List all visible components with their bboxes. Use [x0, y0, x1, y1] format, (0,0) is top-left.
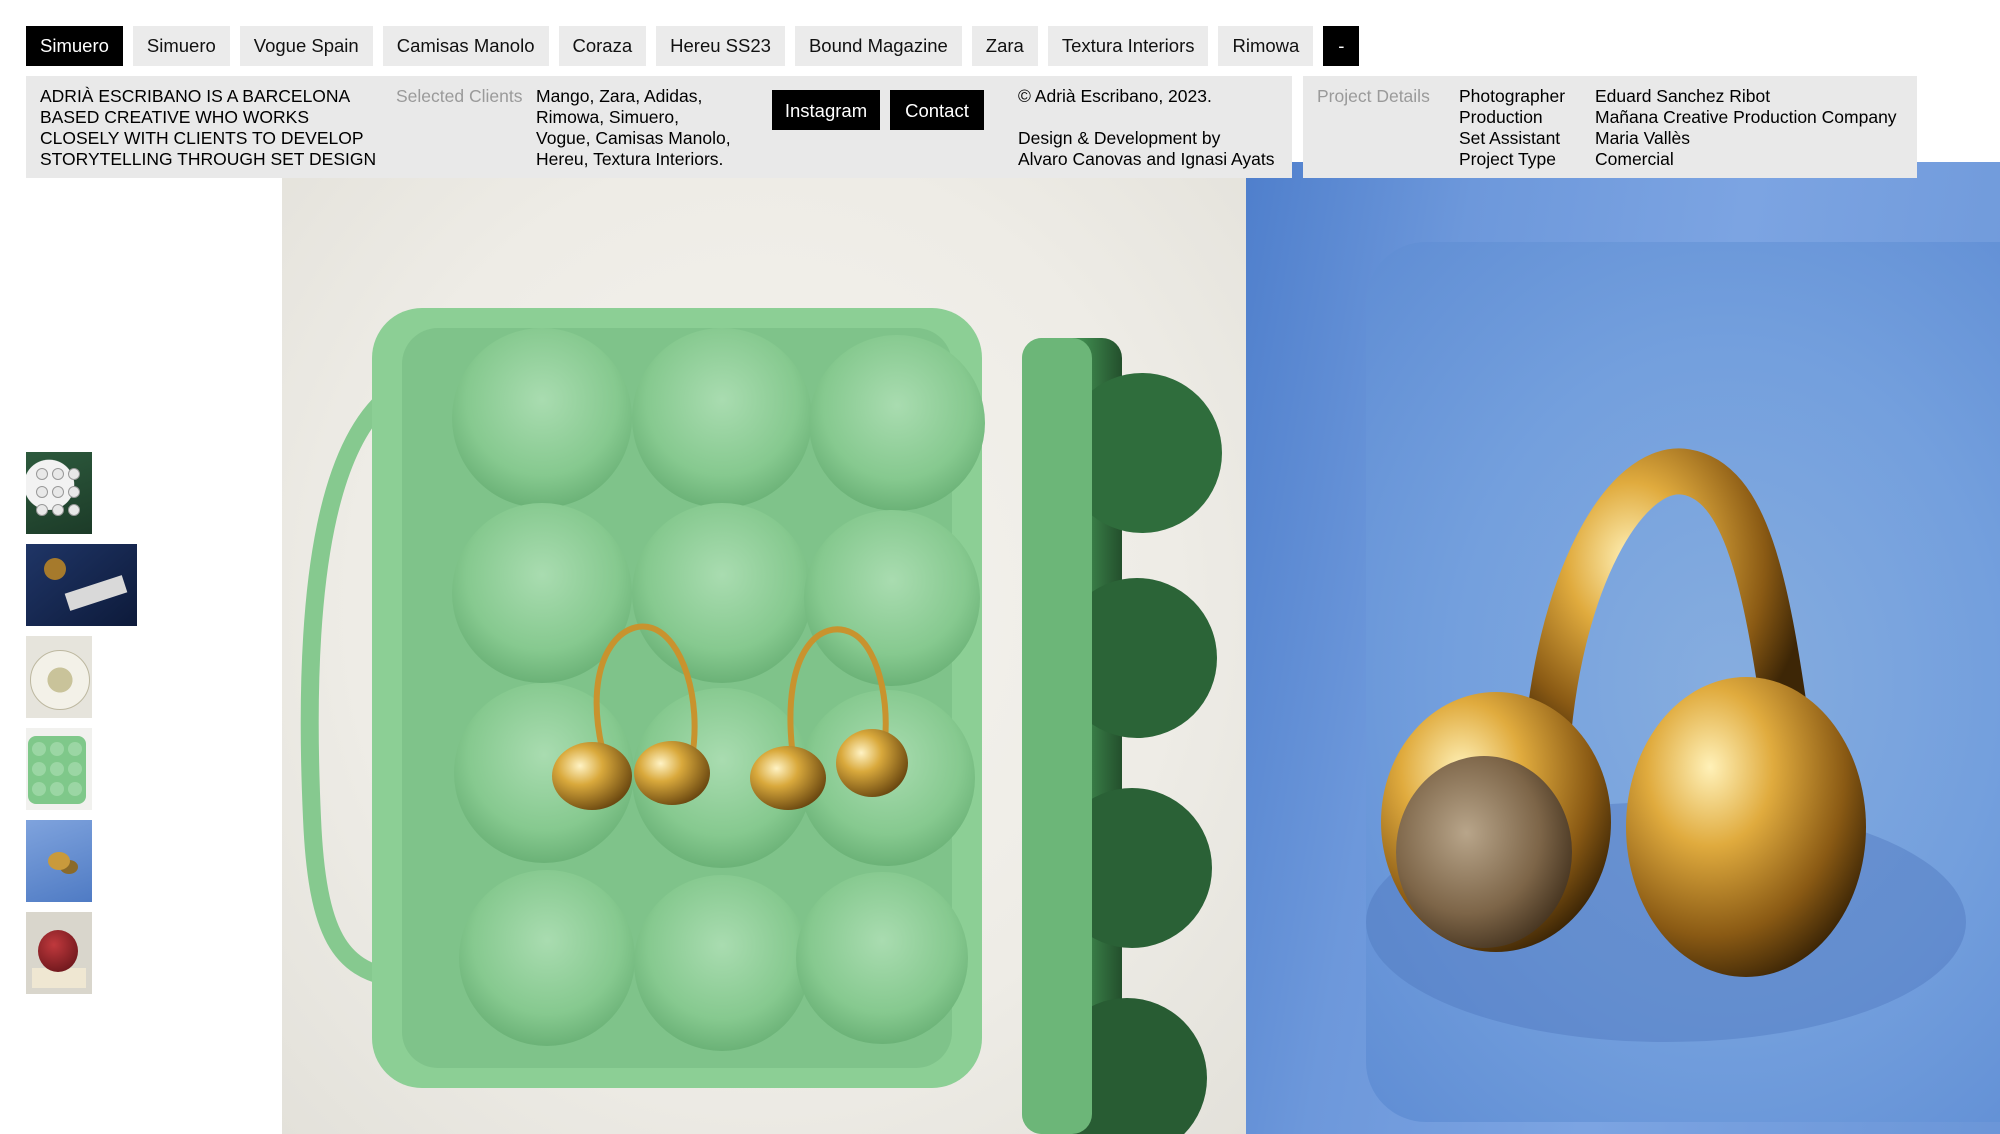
nav-tab-hereu-ss23[interactable]: Hereu SS23 [656, 26, 785, 66]
detail-value: Comercial [1595, 149, 1674, 169]
copyright-text: © Adrià Escribano, 2023. [1018, 86, 1212, 106]
nav-tab-coraza[interactable]: Coraza [558, 26, 647, 66]
clients-list: Mango, Zara, Adidas, Rimowa, Simuero, Vo… [536, 86, 731, 170]
nav-tab-camisas-manolo[interactable]: Camisas Manolo [382, 26, 549, 66]
detail-key: Production [1459, 107, 1543, 127]
credits-line: Design & Development by [1018, 128, 1221, 148]
thumbnail-red-apple[interactable] [26, 912, 92, 994]
nav-tab-simuero-active[interactable]: Simuero [26, 26, 123, 66]
thumbnail-gold-ring[interactable] [26, 820, 92, 902]
project-nav: Simuero Simuero Vogue Spain Camisas Mano… [26, 26, 1360, 66]
selected-clients-label: Selected Clients [396, 86, 523, 106]
bio-line: ADRIÀ ESCRIBANO IS A BARCELONA [40, 86, 351, 106]
clients-line: Mango, Zara, Adidas, [536, 86, 703, 106]
clients-line: Hereu, Textura Interiors. [536, 149, 724, 169]
project-details-panel: Project Details Photographer Production … [1303, 76, 1917, 178]
info-panel: ADRIÀ ESCRIBANO IS A BARCELONA BASED CRE… [26, 76, 1292, 178]
thumbnail-green-egg-box[interactable] [26, 728, 92, 810]
clients-line: Vogue, Camisas Manolo, [536, 128, 731, 148]
bio-line: CLOSELY WITH CLIENTS TO DEVELOP [40, 128, 364, 148]
project-details-values: Eduard Sanchez Ribot Mañana Creative Pro… [1595, 86, 1897, 170]
thumbnail-comb-ring[interactable] [26, 544, 137, 626]
nav-tab-zara[interactable]: Zara [971, 26, 1038, 66]
egg-carton-illustration [300, 308, 1222, 1134]
detail-key: Photographer [1459, 86, 1566, 106]
bio-line: BASED CREATIVE WHO WORKS [40, 107, 310, 127]
contact-button[interactable]: Contact [890, 90, 984, 130]
credits-line: Alvaro Canovas and Ignasi Ayats [1018, 149, 1275, 169]
bio-text: ADRIÀ ESCRIBANO IS A BARCELONA BASED CRE… [40, 86, 376, 170]
project-details-label: Project Details [1317, 86, 1430, 106]
thumbnail-plate[interactable] [26, 636, 92, 718]
side-photo-gold-ring [1246, 162, 2000, 1134]
detail-value: Mañana Creative Production Company [1595, 107, 1897, 127]
nav-tab-bound-magazine[interactable]: Bound Magazine [794, 26, 962, 66]
nav-tab-rimowa[interactable]: Rimowa [1218, 26, 1314, 66]
project-details-keys: Photographer Production Set Assistant Pr… [1459, 86, 1565, 170]
detail-key: Set Assistant [1459, 128, 1561, 148]
main-photo-egg-carton [282, 178, 1246, 1134]
credits-text: Design & Development by Alvaro Canovas a… [1018, 128, 1275, 170]
gold-ring-illustration [1366, 448, 1966, 1042]
detail-key: Project Type [1459, 149, 1556, 169]
collapse-toggle-button[interactable]: - [1323, 26, 1360, 66]
bio-line: STORYTELLING THROUGH SET DESIGN [40, 149, 377, 169]
thumbnail-egg-tray[interactable] [26, 452, 92, 534]
nav-tab-simuero[interactable]: Simuero [132, 26, 230, 66]
detail-value: Maria Vallès [1595, 128, 1690, 148]
nav-tab-vogue-spain[interactable]: Vogue Spain [239, 26, 373, 66]
instagram-button[interactable]: Instagram [772, 90, 880, 130]
detail-value: Eduard Sanchez Ribot [1595, 86, 1771, 106]
nav-tab-textura-interiors[interactable]: Textura Interiors [1047, 26, 1209, 66]
clients-line: Rimowa, Simuero, [536, 107, 679, 127]
